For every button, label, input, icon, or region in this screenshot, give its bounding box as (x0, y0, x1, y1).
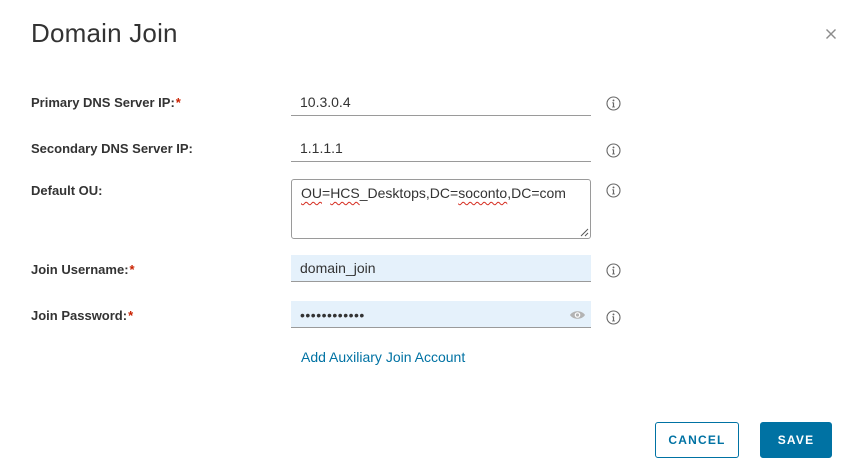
info-icon[interactable] (606, 263, 621, 278)
info-icon[interactable] (606, 310, 621, 325)
primary-dns-label: Primary DNS Server IP:* (31, 95, 181, 110)
info-icon[interactable] (606, 143, 621, 158)
required-marker: * (128, 308, 134, 323)
default-ou-value: OU=HCS_Desktops,DC=soconto,DC=com (301, 185, 566, 201)
spellcheck-word: soconto (458, 185, 508, 201)
cancel-button[interactable]: CANCEL (655, 422, 739, 458)
default-ou-value-part: = (322, 185, 331, 201)
join-username-label-text: Join Username: (31, 262, 129, 277)
info-icon[interactable] (606, 183, 621, 198)
required-marker: * (129, 262, 135, 277)
eye-icon[interactable] (569, 308, 586, 320)
spellcheck-word: HCS (330, 185, 360, 201)
secondary-dns-label: Secondary DNS Server IP: (31, 141, 193, 156)
required-marker: * (175, 95, 181, 110)
primary-dns-label-text: Primary DNS Server IP: (31, 95, 175, 110)
save-button[interactable]: SAVE (760, 422, 832, 458)
join-password-label-text: Join Password: (31, 308, 128, 323)
default-ou-textarea[interactable]: OU=HCS_Desktops,DC=soconto,DC=com (291, 179, 591, 239)
close-icon[interactable] (822, 25, 840, 43)
secondary-dns-input[interactable] (291, 135, 591, 162)
join-username-label: Join Username:* (31, 262, 135, 277)
dialog-title: Domain Join (31, 18, 178, 48)
primary-dns-input[interactable] (291, 89, 591, 116)
add-auxiliary-join-account-link[interactable]: Add Auxiliary Join Account (301, 349, 465, 365)
default-ou-value-part: _Desktops,DC= (359, 185, 459, 201)
resize-handle-icon[interactable] (579, 227, 589, 237)
password-masked-value: •••••••••••• (300, 307, 365, 323)
default-ou-value-part: ,DC=com (507, 185, 566, 201)
info-icon[interactable] (606, 96, 621, 111)
default-ou-label: Default OU: (31, 183, 103, 198)
join-password-label: Join Password:* (31, 308, 133, 323)
join-username-input[interactable] (291, 255, 591, 282)
domain-join-dialog: Domain Join Primary DNS Server IP:* Seco… (0, 0, 860, 475)
spellcheck-word: OU (301, 185, 322, 201)
